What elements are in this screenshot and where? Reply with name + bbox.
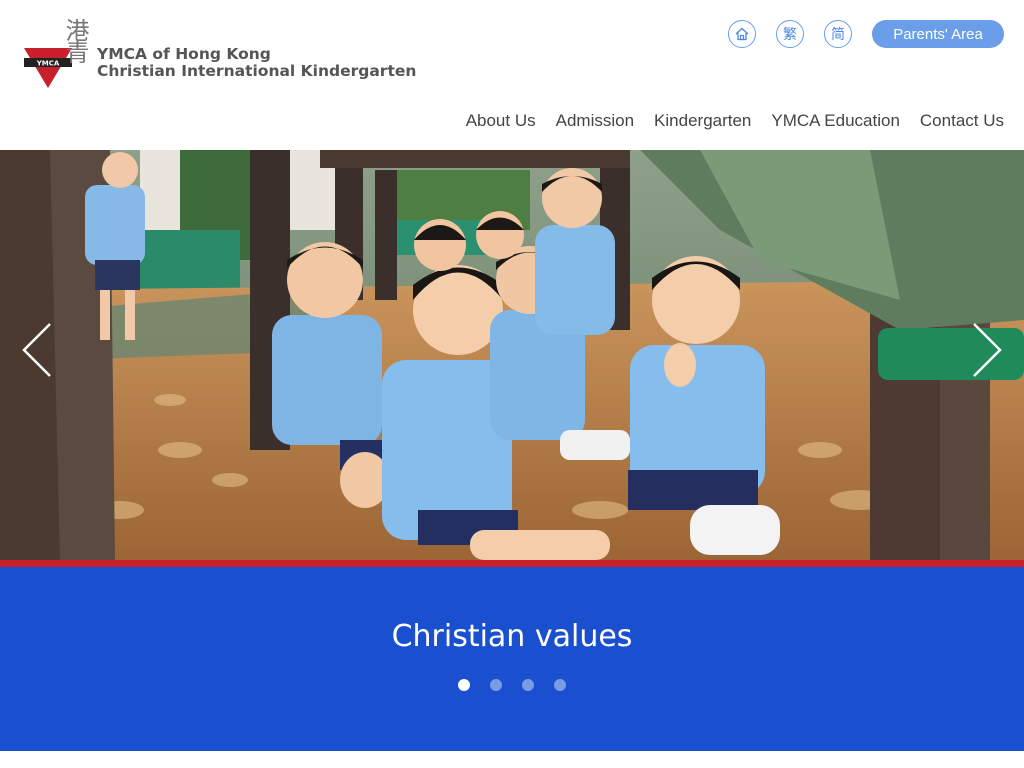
logo-name-line1: YMCA of Hong Kong (97, 45, 271, 63)
slider-dot-4[interactable] (554, 679, 566, 691)
red-divider-stripe (0, 560, 1024, 567)
slider-next-arrow[interactable] (966, 320, 1006, 380)
simplified-chinese-button[interactable]: 简 (824, 20, 852, 48)
home-icon[interactable] (728, 20, 756, 48)
site-header: YMCA 港青 YMCA of Hong Kong Christian Inte… (0, 0, 1024, 150)
nav-about-us[interactable]: About Us (466, 111, 536, 131)
logo-text: YMCA of Hong Kong Christian Internationa… (97, 46, 416, 80)
slide-caption: Christian values (391, 619, 633, 654)
slider-prev-arrow[interactable] (18, 320, 58, 380)
slider-dot-2[interactable] (490, 679, 502, 691)
parents-area-button[interactable]: Parents' Area (872, 20, 1004, 48)
slider-pagination (0, 679, 1024, 691)
page-bottom-edge (0, 751, 1024, 768)
slider-caption-band: Christian values (0, 567, 1024, 751)
nav-contact-us[interactable]: Contact Us (920, 111, 1004, 131)
chevron-right-icon (973, 323, 1002, 377)
nav-ymca-education[interactable]: YMCA Education (771, 111, 900, 131)
home-icon-glyph (735, 27, 749, 41)
traditional-chinese-button[interactable]: 繁 (776, 20, 804, 48)
site-logo[interactable]: YMCA 港青 YMCA of Hong Kong Christian Inte… (22, 18, 416, 94)
logo-mark-text: YMCA (36, 60, 60, 68)
hero-photo (0, 150, 1024, 560)
main-navigation: About Us Admission Kindergarten YMCA Edu… (466, 111, 1004, 131)
chevron-left-icon (22, 323, 51, 377)
logo-chinese-characters: 港青 (61, 18, 89, 62)
nav-kindergarten[interactable]: Kindergarten (654, 111, 751, 131)
slider-dot-3[interactable] (522, 679, 534, 691)
hero-slider (0, 150, 1024, 560)
nav-admission[interactable]: Admission (556, 111, 634, 131)
slider-dot-1[interactable] (458, 679, 470, 691)
logo-name-line2: Christian International Kindergarten (97, 62, 417, 80)
